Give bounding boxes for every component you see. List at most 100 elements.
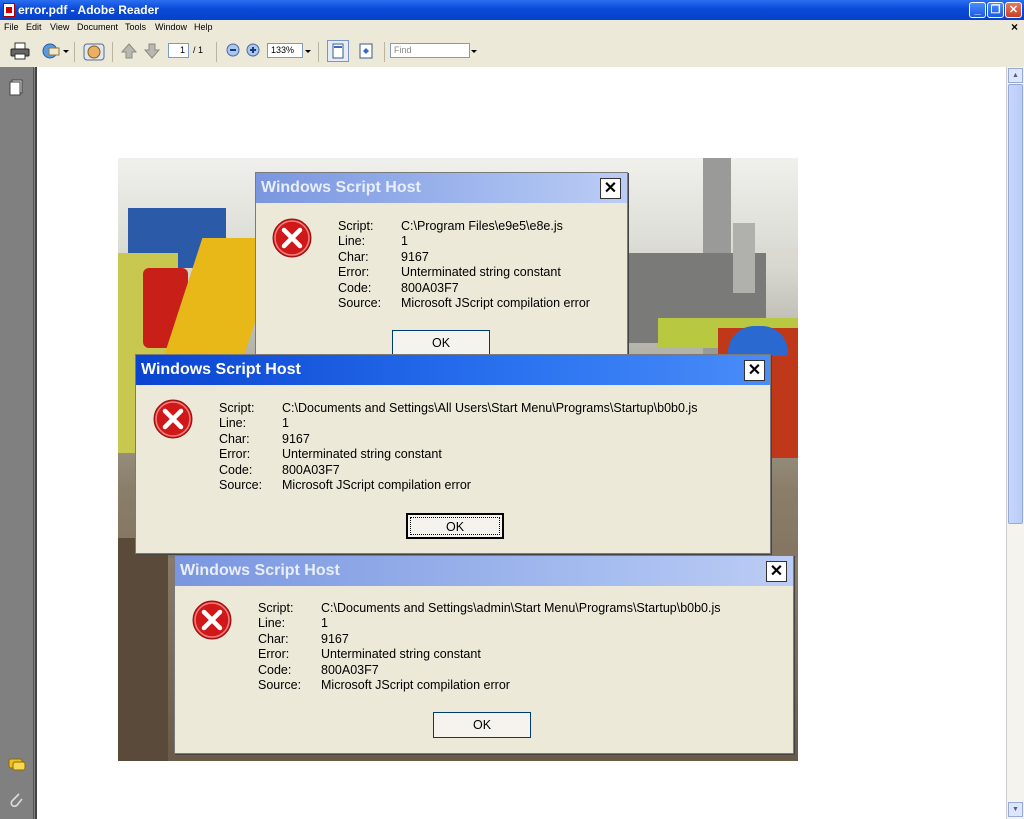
scroll-down-button[interactable]: ▼: [1008, 802, 1023, 817]
dialog-title: Windows Script Host: [180, 562, 340, 579]
hand-tool-button[interactable]: [83, 42, 105, 61]
error-x-icon: [192, 600, 232, 640]
error-label: Error:: [258, 647, 290, 662]
code-label: Code:: [338, 280, 372, 295]
close-button[interactable]: ✕: [1005, 2, 1022, 18]
pages-icon: [9, 79, 23, 96]
toolbar-separator: [112, 42, 113, 62]
toolbar-separator: [216, 42, 217, 62]
menu-view[interactable]: View: [50, 22, 69, 32]
page-total: / 1: [193, 45, 204, 55]
code-label: Code:: [258, 662, 292, 677]
error-label: Error:: [338, 265, 370, 280]
error-x-icon: [272, 218, 312, 258]
adobe-reader-icon: [3, 3, 15, 17]
zoom-in-icon: [246, 43, 260, 57]
arrow-up-icon: [120, 43, 138, 59]
error-icon: [153, 399, 193, 439]
menu-edit[interactable]: Edit: [26, 22, 42, 32]
dialog-close-button[interactable]: ✕: [600, 178, 621, 199]
script-value: C:\Documents and Settings\All Users\Star…: [282, 401, 698, 415]
window-title: error.pdf - Adobe Reader: [18, 3, 159, 17]
error-value: Unterminated string constant: [321, 647, 481, 662]
toolbar: 1 / 1 133% Find: [0, 36, 1024, 68]
find-input[interactable]: Find: [390, 43, 470, 58]
code-value: 800A03F7: [401, 280, 459, 295]
maximize-button[interactable]: ❐: [987, 2, 1004, 18]
ok-button[interactable]: OK: [392, 330, 490, 356]
dialog-titlebar: Windows Script Host: [175, 556, 793, 586]
error-x-icon: [153, 399, 193, 439]
navigation-pane: [0, 67, 34, 819]
attachments-panel-button[interactable]: [8, 791, 24, 808]
chevron-down-icon[interactable]: [471, 50, 477, 53]
dialog-title: Windows Script Host: [261, 179, 421, 196]
line-label: Line:: [219, 416, 247, 431]
script-error-dialog: Windows Script Host ✕ Script: C:\Document…: [174, 555, 794, 754]
line-label: Line:: [258, 616, 286, 631]
source-label: Source:: [219, 478, 263, 493]
menu-bar: File Edit View Document Tools Window Hel…: [0, 20, 1024, 36]
zoom-in-button[interactable]: [245, 42, 265, 60]
char-label: Char:: [219, 431, 250, 446]
email-button[interactable]: [40, 42, 60, 60]
source-label: Source:: [258, 678, 302, 693]
document-close-button[interactable]: ×: [1011, 20, 1018, 34]
char-label: Char:: [338, 249, 369, 264]
fit-width-icon: [332, 43, 344, 59]
arrow-down-icon: [143, 43, 161, 59]
error-details: Script: C:\Documents and Settings\admin\S…: [258, 601, 721, 693]
toolbar-separator: [384, 42, 385, 62]
chevron-down-icon[interactable]: [63, 50, 69, 53]
char-value: 9167: [321, 631, 349, 646]
fit-width-button[interactable]: [327, 40, 349, 62]
line-value: 1: [282, 416, 289, 431]
vertical-scrollbar[interactable]: ▲ ▼: [1006, 67, 1024, 819]
script-label: Script:: [338, 219, 374, 233]
error-details: Script: C:\Program Files\e9e5\e8e.js Line…: [338, 219, 590, 311]
paperclip-icon: [10, 793, 23, 808]
previous-page-button[interactable]: [120, 42, 140, 60]
toolbar-separator: [74, 42, 75, 62]
dialog-titlebar: Windows Script Host: [256, 173, 627, 203]
line-value: 1: [401, 234, 408, 249]
comments-icon: [8, 758, 26, 771]
chevron-down-icon[interactable]: [305, 50, 311, 53]
script-value: C:\Documents and Settings\admin\Start Me…: [321, 601, 721, 615]
comments-panel-button[interactable]: [8, 757, 26, 773]
menu-help[interactable]: Help: [194, 22, 213, 32]
menu-window[interactable]: Window: [155, 22, 187, 32]
code-value: 800A03F7: [282, 462, 340, 477]
dialog-title: Windows Script Host: [141, 361, 301, 378]
printer-icon: [10, 42, 30, 60]
ok-button[interactable]: OK: [433, 712, 531, 738]
dialog-titlebar: Windows Script Host: [136, 355, 770, 385]
zoom-out-button[interactable]: [225, 42, 245, 60]
code-value: 800A03F7: [321, 662, 379, 677]
menu-document[interactable]: Document: [77, 22, 118, 32]
zoom-out-icon: [226, 43, 240, 57]
ok-button[interactable]: OK: [406, 513, 504, 539]
fit-page-icon: [359, 43, 373, 59]
zoom-level-select[interactable]: 133%: [267, 43, 303, 58]
script-error-dialog: Windows Script Host ✕ Script: C:\Program …: [255, 172, 628, 362]
source-value: Microsoft JScript compilation error: [282, 478, 471, 493]
dialog-close-button[interactable]: ✕: [744, 360, 765, 381]
error-value: Unterminated string constant: [282, 447, 442, 462]
fit-page-button[interactable]: [357, 42, 377, 60]
error-icon: [272, 218, 312, 258]
menu-file[interactable]: File: [4, 22, 19, 32]
script-error-dialog: Windows Script Host ✕ Script: C:\Document…: [135, 354, 771, 554]
pages-panel-button[interactable]: [8, 79, 24, 96]
next-page-button[interactable]: [143, 42, 163, 60]
scroll-up-button[interactable]: ▲: [1008, 68, 1023, 83]
dialog-close-button[interactable]: ✕: [766, 561, 787, 582]
scrollbar-thumb[interactable]: [1008, 84, 1023, 524]
minimize-button[interactable]: _: [969, 2, 986, 18]
source-label: Source:: [338, 296, 382, 311]
error-icon: [192, 600, 232, 640]
char-value: 9167: [401, 249, 429, 264]
print-button[interactable]: [10, 42, 30, 60]
menu-tools[interactable]: Tools: [125, 22, 146, 32]
page-number-input[interactable]: 1: [168, 43, 189, 58]
